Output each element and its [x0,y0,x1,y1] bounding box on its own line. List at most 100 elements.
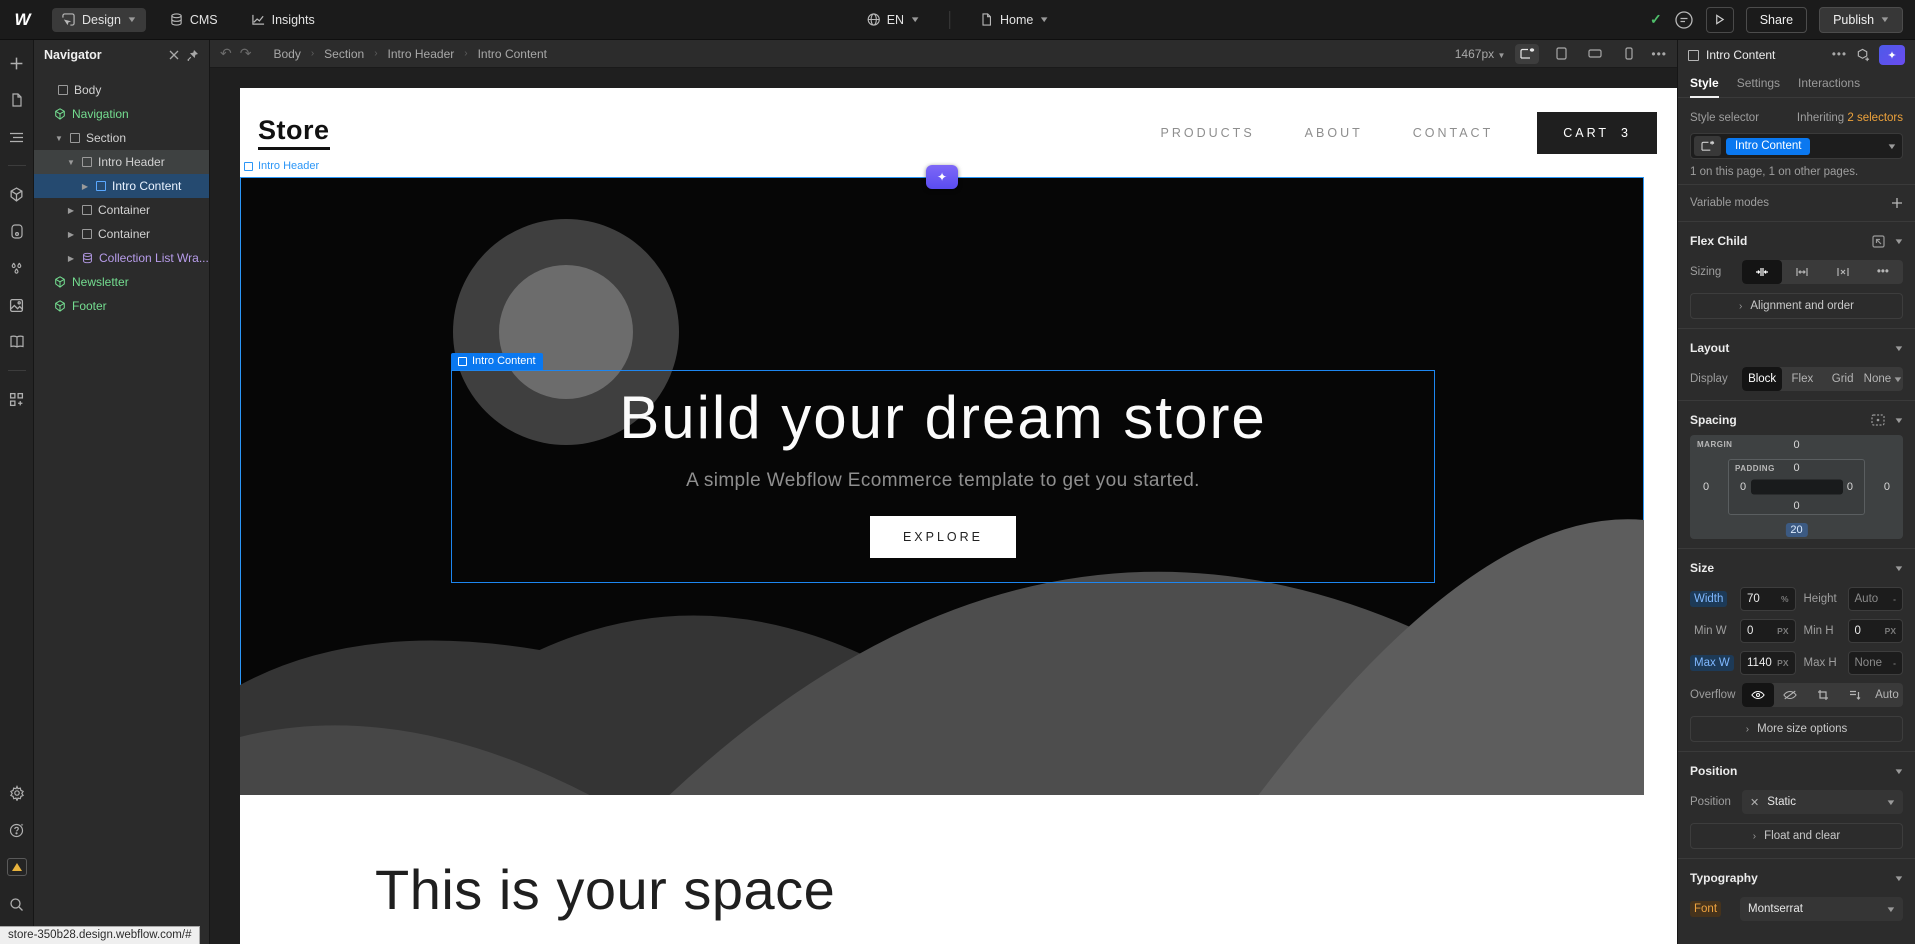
chevron-down-icon[interactable]: ▼ [1893,237,1904,246]
settings-gear-icon[interactable] [8,784,26,802]
width-unit[interactable]: % [1781,594,1789,604]
overflow-auto-option[interactable]: Auto [1871,683,1903,707]
hero-section[interactable]: Intro Content Build your dream store A s… [240,177,1644,795]
redo-icon[interactable]: ↷ [240,45,252,62]
style-selector-field[interactable]: Intro Content ▼ [1690,133,1903,159]
canvas-width-dropdown[interactable]: 1467px ▼ [1455,47,1506,61]
overflow-clip-option[interactable] [1806,683,1838,707]
width-input[interactable]: 70% [1740,587,1796,611]
components-icon[interactable] [8,185,26,203]
tab-settings[interactable]: Settings [1737,70,1780,98]
chevron-right-icon[interactable]: ▶ [66,206,76,215]
element-more-icon[interactable]: ••• [1832,49,1847,61]
position-dropdown[interactable]: ✕ Static ▼ [1742,790,1903,814]
section-heading[interactable]: This is your space [375,857,1677,922]
max-height-unit[interactable]: - [1893,658,1896,668]
alignment-and-order-button[interactable]: › Alignment and order [1690,293,1903,319]
font-label[interactable]: Font [1690,903,1740,915]
pin-icon[interactable] [187,49,199,61]
max-height-label[interactable]: Max H [1804,657,1848,669]
sizing-more-option[interactable]: ••• [1863,260,1903,284]
webflow-logo[interactable]: W [0,10,44,30]
ai-assistant-button[interactable]: ✦ [1879,45,1905,65]
breadcrumb-body[interactable]: Body [273,47,300,61]
padding-right-value[interactable]: 0 [1842,480,1858,494]
ai-sparkle-button[interactable]: ✦ [926,165,958,189]
tree-item-intro-content[interactable]: ▶ Intro Content [34,174,209,198]
overflow-visible-option[interactable] [1742,683,1774,707]
chevron-down-icon[interactable]: ▼ [1893,564,1904,573]
hero-heading[interactable]: Build your dream store [619,383,1267,452]
explore-button[interactable]: EXPLORE [870,516,1016,558]
chevron-right-icon[interactable]: ▶ [66,254,76,263]
add-elements-icon[interactable] [8,54,26,72]
tree-item-container-2[interactable]: ▶ Container [34,222,209,246]
tab-interactions[interactable]: Interactions [1798,70,1860,98]
float-and-clear-button[interactable]: › Float and clear [1690,823,1903,849]
tree-item-section[interactable]: ▼ Section [34,126,209,150]
insights-button[interactable]: Insights [242,8,325,32]
close-icon[interactable] [169,50,179,60]
breakpoint-desktop-icon[interactable] [1515,44,1539,64]
sizing-fixed-option[interactable] [1823,260,1863,284]
display-flex-option[interactable]: Flex [1782,367,1822,391]
style-manager-icon[interactable] [8,222,26,240]
page-switcher[interactable]: Home ▼ [970,8,1058,32]
max-width-input[interactable]: 1140PX [1740,651,1796,675]
intro-header-selection-tag[interactable]: Intro Header [244,160,319,172]
margin-top-value[interactable]: 0 [1788,438,1804,452]
cart-button[interactable]: CART 3 [1537,112,1657,154]
height-unit[interactable]: - [1893,594,1896,604]
font-dropdown[interactable]: Montserrat ▼ [1740,897,1903,921]
toolbar-more-icon[interactable]: ••• [1651,47,1667,61]
width-label[interactable]: Width [1690,593,1740,605]
display-grid-option[interactable]: Grid [1823,367,1863,391]
margin-right-value[interactable]: 0 [1879,480,1895,494]
min-height-input[interactable]: 0PX [1848,619,1904,643]
language-switcher[interactable]: EN ▼ [857,8,929,32]
hero-subheading[interactable]: A simple Webflow Ecommerce template to g… [686,470,1200,492]
share-button[interactable]: Share [1746,7,1807,33]
sizing-shrink-option[interactable] [1742,260,1782,284]
clear-icon[interactable]: ✕ [1750,796,1759,809]
breakpoint-tablet-icon[interactable] [1549,44,1573,64]
apps-icon[interactable] [8,390,26,408]
nav-link-about[interactable]: ABOUT [1305,126,1363,140]
height-label[interactable]: Height [1804,593,1848,605]
min-width-label[interactable]: Min W [1690,625,1740,637]
margin-bottom-value[interactable]: 20 [1785,523,1807,537]
variables-icon[interactable] [8,259,26,277]
nav-link-products[interactable]: PRODUCTS [1161,126,1255,140]
max-width-label[interactable]: Max W [1690,657,1740,669]
spacing-settings-icon[interactable] [1871,414,1885,426]
chevron-down-icon[interactable]: ▼ [1893,767,1904,776]
tree-item-body[interactable]: Body [34,78,209,102]
chevron-down-icon[interactable]: ▼ [54,134,64,143]
chevron-down-icon[interactable]: ▼ [66,158,76,167]
help-icon[interactable] [8,821,26,839]
breakpoint-mobile-portrait-icon[interactable] [1617,44,1641,64]
chevron-down-icon[interactable]: ▼ [1893,416,1904,425]
more-size-options-button[interactable]: › More size options [1690,716,1903,742]
breadcrumb-intro-content[interactable]: Intro Content [478,47,547,61]
min-width-input[interactable]: 0PX [1740,619,1796,643]
upgrade-button[interactable] [7,858,27,876]
chevron-right-icon[interactable]: ▶ [80,182,90,191]
pages-icon[interactable] [8,91,26,109]
tree-item-footer[interactable]: Footer [34,294,209,318]
min-height-unit[interactable]: PX [1885,626,1896,636]
max-height-input[interactable]: None- [1848,651,1904,675]
padding-left-value[interactable]: 0 [1735,480,1751,494]
breadcrumb-intro-header[interactable]: Intro Header [388,47,455,61]
tree-item-intro-header[interactable]: ▼ Intro Header [34,150,209,174]
breakpoint-mobile-landscape-icon[interactable] [1583,44,1607,64]
overflow-hidden-option[interactable] [1774,683,1806,707]
padding-top-value[interactable]: 0 [1788,461,1804,475]
preview-button[interactable] [1706,7,1734,33]
selector-chip[interactable]: Intro Content [1726,138,1810,155]
tree-item-navigation[interactable]: Navigation [34,102,209,126]
design-mode-button[interactable]: Design ▼ [52,8,146,32]
margin-left-value[interactable]: 0 [1698,480,1714,494]
intro-content-selection-tag[interactable]: Intro Content [451,353,543,370]
tree-item-container-1[interactable]: ▶ Container [34,198,209,222]
